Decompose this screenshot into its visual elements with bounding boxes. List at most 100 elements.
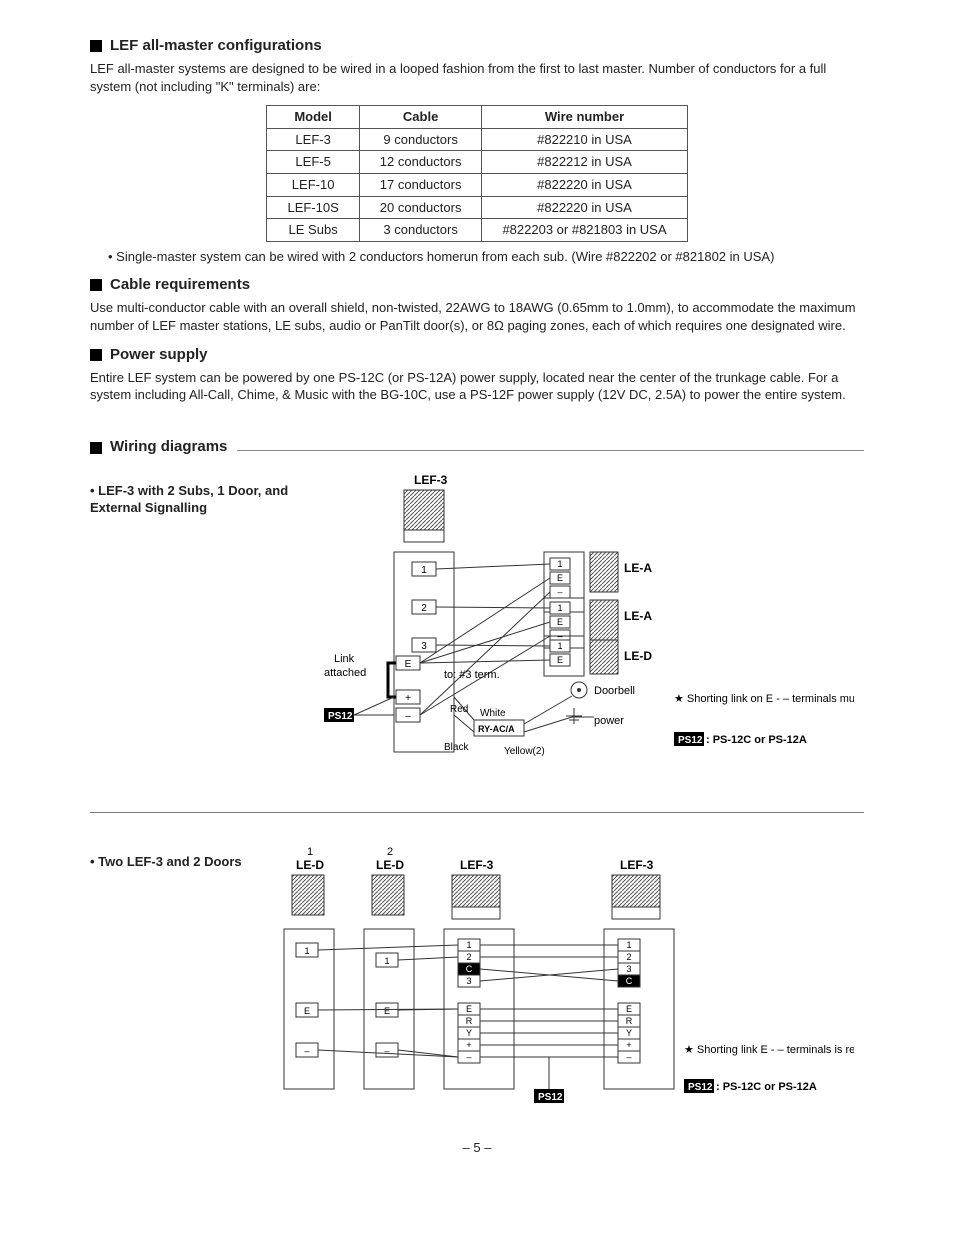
section-para: Use multi-conductor cable with an overal… <box>90 299 864 334</box>
svg-text:RY-AC/A: RY-AC/A <box>478 724 515 734</box>
single-master-note: Single-master system can be wired with 2… <box>108 248 864 266</box>
table-row: LEF-10S20 conductors#822220 in USA <box>267 196 687 219</box>
svg-text:+: + <box>466 1040 471 1050</box>
svg-text:LE-A: LE-A <box>624 609 652 623</box>
svg-text:Y: Y <box>626 1028 632 1038</box>
diagram1-heading: LEF-3 with 2 Subs, 1 Door, and External … <box>90 482 290 517</box>
svg-text:LE-A: LE-A <box>624 561 652 575</box>
svg-text:C: C <box>465 964 472 974</box>
svg-text:LEF-3: LEF-3 <box>620 858 654 872</box>
svg-text:2: 2 <box>626 952 631 962</box>
svg-text:C: C <box>625 976 632 986</box>
svg-text:R: R <box>625 1016 632 1026</box>
svg-text:2: 2 <box>421 603 427 614</box>
svg-text:–: – <box>384 1046 389 1056</box>
section-para: Entire LEF system can be powered by one … <box>90 369 864 404</box>
bullet-icon <box>90 279 102 291</box>
svg-text:E: E <box>466 1004 472 1014</box>
th-wire: Wire number <box>482 106 687 129</box>
svg-text:1: 1 <box>384 956 389 966</box>
svg-text:LE-D: LE-D <box>376 858 404 872</box>
bullet-icon <box>90 442 102 454</box>
svg-text:E: E <box>557 573 563 583</box>
svg-text:1: 1 <box>304 946 309 956</box>
svg-text:White: White <box>480 708 506 719</box>
svg-text:: PS-12C or PS-12A: : PS-12C or PS-12A <box>706 734 807 746</box>
svg-text:–: – <box>304 1046 309 1056</box>
rule <box>237 450 864 451</box>
svg-text:Yellow(2): Yellow(2) <box>504 746 545 757</box>
table-header-row: Model Cable Wire number <box>267 106 687 129</box>
wiring-svg-1: LEF-3 1 2 3 E + – Link attached PS12 1 E… <box>294 472 854 772</box>
svg-text:1: 1 <box>557 603 562 613</box>
table-row: LEF-39 conductors#822210 in USA <box>267 128 687 151</box>
svg-text:E: E <box>557 617 563 627</box>
svg-text:E: E <box>404 659 411 670</box>
svg-text:1: 1 <box>557 641 562 651</box>
label-lef3: LEF-3 <box>414 473 448 487</box>
svg-text:Red: Red <box>450 704 468 715</box>
svg-text:R: R <box>465 1016 472 1026</box>
svg-text:LE-D: LE-D <box>296 858 324 872</box>
svg-text:★ Shorting link E - – terminal: ★ Shorting link E - – terminals is remov… <box>684 1044 854 1056</box>
svg-text:Black: Black <box>444 742 469 753</box>
svg-text:–: – <box>466 1052 471 1062</box>
svg-text:E: E <box>557 655 563 665</box>
svg-text:+: + <box>405 693 411 704</box>
svg-text:: PS-12C or PS-12A: : PS-12C or PS-12A <box>716 1081 817 1093</box>
svg-text:E: E <box>384 1006 390 1016</box>
svg-text:–: – <box>405 711 411 722</box>
svg-text:LEF-3: LEF-3 <box>460 858 494 872</box>
svg-text:1: 1 <box>307 846 313 858</box>
section-title: Power supply <box>110 345 208 365</box>
svg-text:3: 3 <box>466 976 471 986</box>
table-row: LE Subs3 conductors#822203 or #821803 in… <box>267 219 687 242</box>
wiring-svg-2: 1 2 LE-D LE-D LEF-3 LEF-3 1 E – 1 E – 1 … <box>274 843 854 1113</box>
svg-text:+: + <box>626 1040 631 1050</box>
table-row: LEF-512 conductors#822212 in USA <box>267 151 687 174</box>
svg-text:Doorbell: Doorbell <box>594 685 635 697</box>
bullet-icon <box>90 40 102 52</box>
svg-text:1: 1 <box>421 565 427 576</box>
svg-text:3: 3 <box>626 964 631 974</box>
svg-text:1: 1 <box>466 940 471 950</box>
diagram2: 1 2 LE-D LE-D LEF-3 LEF-3 1 E – 1 E – 1 … <box>274 843 854 1113</box>
svg-text:2: 2 <box>466 952 471 962</box>
th-cable: Cable <box>359 106 482 129</box>
svg-text:PS12: PS12 <box>678 735 703 746</box>
svg-text:1: 1 <box>557 559 562 569</box>
svg-text:PS12: PS12 <box>328 711 353 722</box>
table-row: LEF-1017 conductors#822220 in USA <box>267 173 687 196</box>
bullet-icon <box>90 349 102 361</box>
section-para: LEF all-master systems are designed to b… <box>90 60 864 95</box>
section-title: Cable requirements <box>110 275 250 295</box>
link-label-a: Link <box>334 653 355 665</box>
svg-text:★ Shorting link on E - – termi: ★ Shorting link on E - – terminals must … <box>674 693 854 705</box>
svg-text:–: – <box>626 1052 631 1062</box>
section-lef-config: LEF all-master configurations <box>90 36 864 56</box>
svg-text:2: 2 <box>387 846 393 858</box>
section-wiring: Wiring diagrams <box>90 437 864 457</box>
wire-table: Model Cable Wire number LEF-39 conductor… <box>266 105 687 241</box>
svg-text:–: – <box>557 587 562 597</box>
svg-text:1: 1 <box>626 940 631 950</box>
section-power: Power supply <box>90 345 864 365</box>
separator <box>90 812 864 813</box>
svg-text:power: power <box>594 715 624 727</box>
link-label-b: attached <box>324 667 366 679</box>
page-number: – 5 – <box>90 1139 864 1157</box>
svg-text:LE-D: LE-D <box>624 649 652 663</box>
svg-text:to: #3 term.: to: #3 term. <box>444 669 500 681</box>
svg-text:E: E <box>626 1004 632 1014</box>
svg-text:E: E <box>304 1006 310 1016</box>
svg-text:PS12: PS12 <box>538 1092 563 1103</box>
section-cable-req: Cable requirements <box>90 275 864 295</box>
svg-text:PS12: PS12 <box>688 1082 713 1093</box>
svg-text:3: 3 <box>421 641 427 652</box>
svg-text:Y: Y <box>466 1028 472 1038</box>
diagram2-heading: Two LEF-3 and 2 Doors <box>90 853 270 871</box>
section-title: LEF all-master configurations <box>110 36 322 56</box>
diagram1: LEF-3 1 2 3 E + – Link attached PS12 1 E… <box>294 472 854 772</box>
th-model: Model <box>267 106 359 129</box>
section-title: Wiring diagrams <box>110 437 227 457</box>
